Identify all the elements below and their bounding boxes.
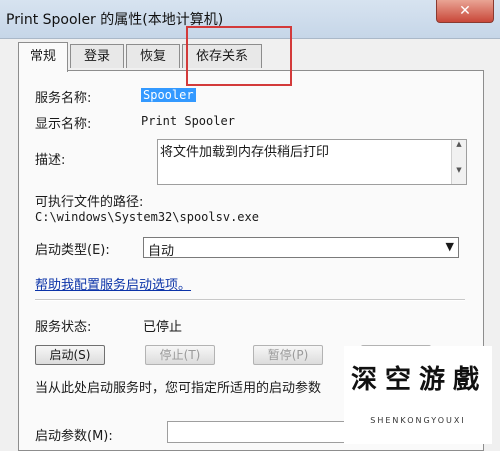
service-name-label: 服务名称: — [35, 91, 92, 106]
display-name-label: 显示名称: — [35, 117, 92, 132]
stop-button[interactable]: 停止(T) — [145, 345, 215, 365]
watermark-char: 深 — [350, 365, 377, 395]
tab-general[interactable]: 常规 — [18, 42, 68, 72]
divider — [35, 299, 465, 301]
watermark-char: 空 — [384, 365, 411, 395]
description-text: 将文件加载到内存供稍后打印 — [160, 145, 330, 160]
highlight-box — [186, 26, 292, 86]
watermark-char: 游 — [418, 365, 445, 395]
start-params-label: 启动参数(M): — [35, 429, 113, 444]
exe-path-value: C:\windows\System32\spoolsv.exe — [35, 210, 259, 224]
scroll-up-icon[interactable]: ▲ — [452, 140, 466, 149]
display-name-value: Print Spooler — [141, 114, 235, 128]
watermark-char: 戲 — [452, 365, 479, 395]
description-scrollbar[interactable]: ▲ ▼ — [451, 140, 466, 184]
service-status-label: 服务状态: — [35, 320, 92, 335]
exe-path-label: 可执行文件的路径: — [35, 195, 144, 210]
startup-type-select[interactable]: 自动 ▼ — [143, 237, 459, 259]
description-box[interactable]: 将文件加载到内存供稍后打印 ▲ ▼ — [157, 139, 467, 185]
service-name-value[interactable]: Spooler — [141, 88, 196, 102]
start-button[interactable]: 启动(S) — [35, 345, 105, 365]
watermark-logo: 深 空 游 戲 SHENKONGYOUXI — [344, 346, 492, 444]
description-label: 描述: — [35, 153, 66, 168]
pause-button[interactable]: 暂停(P) — [253, 345, 323, 365]
watermark-subtitle: SHENKONGYOUXI — [370, 416, 466, 425]
startup-type-label: 启动类型(E): — [35, 243, 110, 258]
help-link[interactable]: 帮助我配置服务启动选项。 — [35, 274, 191, 293]
tab-recovery[interactable]: 恢复 — [126, 44, 180, 68]
startup-type-value: 自动 — [148, 244, 175, 259]
scroll-down-icon[interactable]: ▼ — [452, 166, 466, 175]
tab-logon[interactable]: 登录 — [70, 44, 124, 68]
chevron-down-icon: ▼ — [445, 240, 454, 253]
close-button[interactable]: ✕ — [436, 0, 494, 23]
service-status-value: 已停止 — [143, 320, 183, 335]
start-info-text: 当从此处启动服务时，您可指定所适用的启动参数 — [35, 381, 322, 396]
